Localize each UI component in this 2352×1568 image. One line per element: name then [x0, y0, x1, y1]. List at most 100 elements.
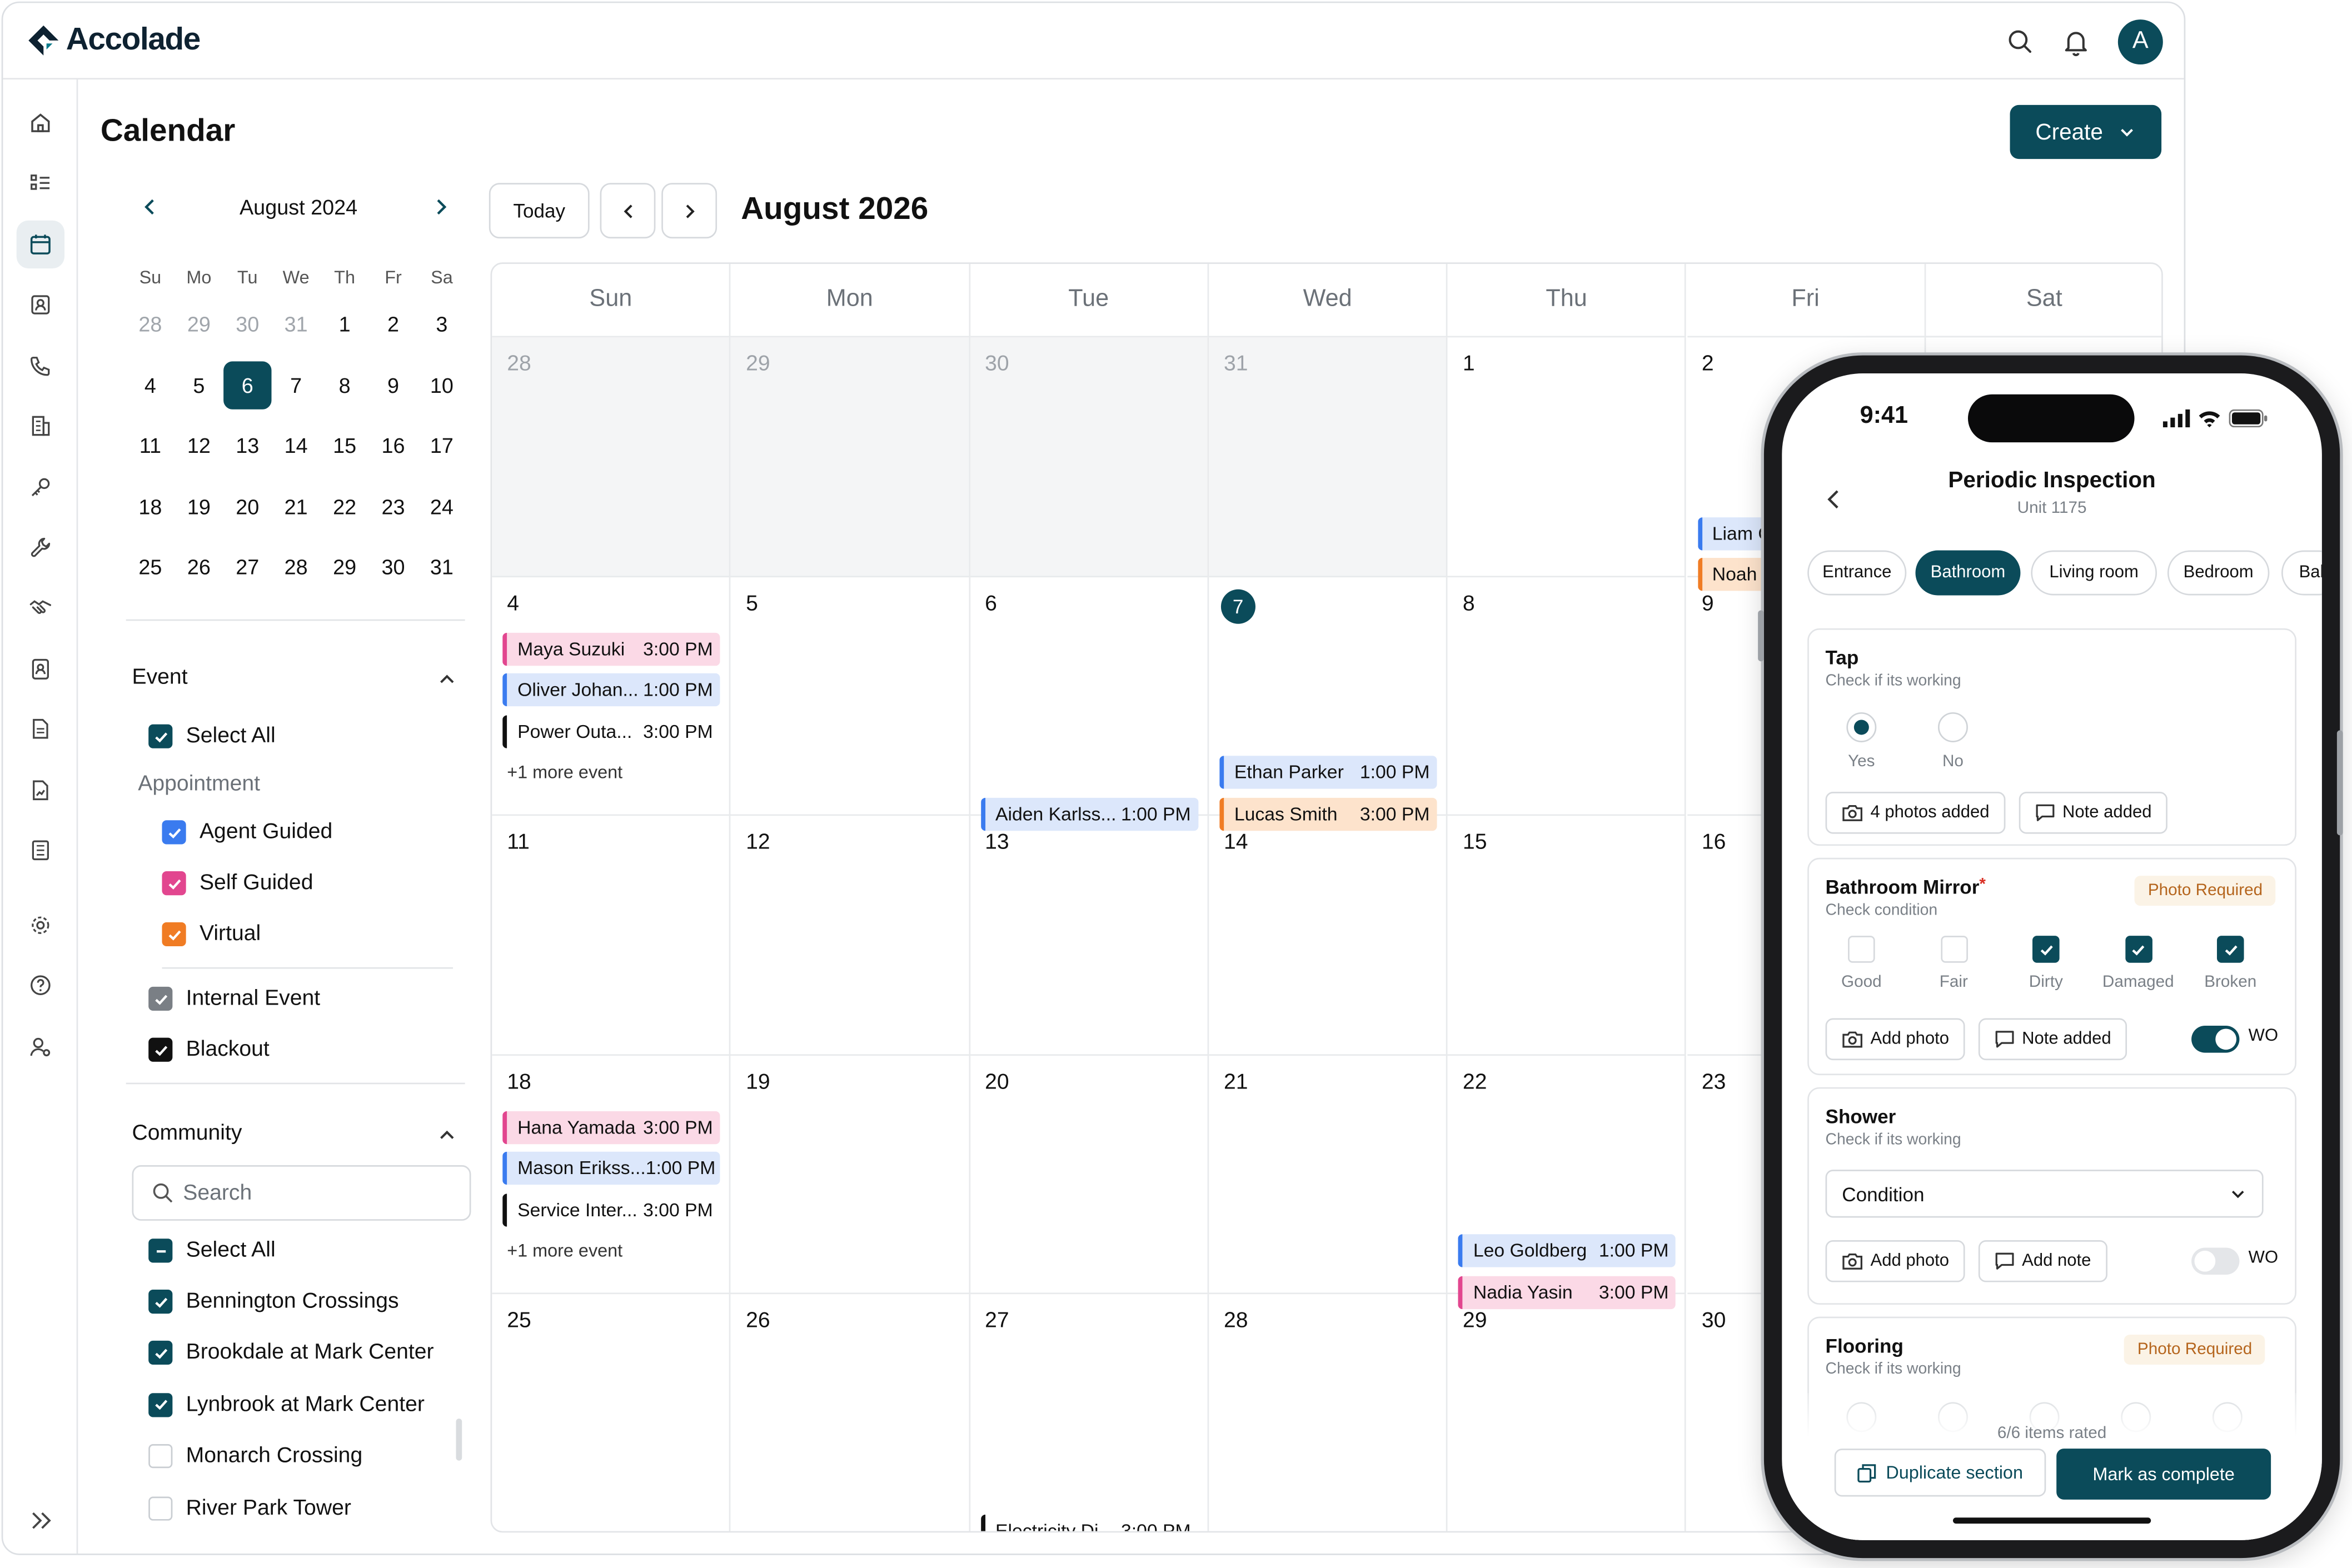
day-cell[interactable]: 11 — [492, 816, 731, 1056]
day-cell[interactable]: 28 — [492, 337, 731, 577]
add-note-button[interactable]: Add note — [1978, 1240, 2108, 1282]
duplicate-section-button[interactable]: Duplicate section — [1834, 1449, 2046, 1497]
calendar-event[interactable]: Nadia Yasin 3:00 PM — [1458, 1276, 1676, 1309]
calendar-event[interactable]: Power Outa... 3:00 PM — [502, 715, 721, 748]
mini-day[interactable]: 12 — [175, 416, 223, 476]
room-tab[interactable]: Living room — [2031, 550, 2157, 596]
event-filter-agent-guided[interactable]: Agent Guided — [162, 820, 332, 845]
calendar-event[interactable]: Lucas Smith 3:00 PM — [1219, 797, 1438, 831]
event-filter-self-guided[interactable]: Self Guided — [162, 871, 313, 896]
event-filter-virtual[interactable]: Virtual — [162, 922, 261, 947]
contact-card-icon[interactable] — [17, 281, 64, 328]
calendar-event[interactable]: Hana Yamada 3:00 PM — [502, 1111, 721, 1144]
mini-day[interactable]: 7 — [272, 354, 320, 415]
day-cell[interactable]: 26 — [731, 1295, 970, 1531]
help-icon[interactable] — [17, 961, 64, 1009]
calendar-event[interactable]: Service Inter... 3:00 PM — [502, 1193, 721, 1227]
community-item[interactable]: Bennington Crossings — [148, 1290, 399, 1314]
mini-day[interactable]: 4 — [126, 354, 175, 415]
mini-day[interactable]: 30 — [223, 294, 272, 354]
phone-icon[interactable] — [17, 342, 64, 389]
handshake-icon[interactable] — [17, 583, 64, 631]
add-photo-button[interactable]: Add photo — [1825, 1018, 1966, 1061]
today-button[interactable]: Today — [489, 183, 590, 239]
checkbox-empty-icon[interactable] — [1848, 936, 1875, 963]
mini-day[interactable]: 29 — [175, 294, 223, 354]
key-icon[interactable] — [17, 463, 64, 511]
mini-day[interactable]: 5 — [175, 354, 223, 415]
home-icon[interactable] — [17, 99, 64, 147]
mini-day[interactable]: 23 — [369, 476, 417, 537]
day-cell[interactable]: 6 — [970, 576, 1209, 816]
settings-gear-icon[interactable] — [17, 901, 64, 949]
checkbox-checked-icon[interactable] — [2124, 936, 2152, 963]
room-tab[interactable]: Bal — [2281, 550, 2322, 596]
task-list-icon[interactable] — [17, 159, 64, 207]
mini-day[interactable]: 17 — [417, 416, 466, 476]
community-item[interactable]: Monarch Crossing — [148, 1444, 362, 1469]
mini-day[interactable]: 22 — [320, 476, 368, 537]
mini-day[interactable]: 26 — [175, 537, 223, 597]
mini-day[interactable]: 13 — [223, 416, 272, 476]
mini-day[interactable]: 10 — [417, 354, 466, 415]
community-item[interactable]: River Park Tower — [148, 1496, 351, 1520]
day-cell[interactable]: 19 — [731, 1055, 970, 1295]
mini-day[interactable]: 11 — [126, 416, 175, 476]
prev-month-button[interactable] — [600, 183, 656, 239]
day-cell[interactable]: 5 — [731, 576, 970, 816]
sidebar-scrollbar[interactable] — [456, 1419, 462, 1461]
report-icon[interactable] — [17, 766, 64, 814]
wo-toggle-on[interactable] — [2191, 1026, 2240, 1053]
checkbox-checked-icon[interactable] — [2216, 936, 2244, 963]
checkbox-empty-icon[interactable] — [1940, 936, 1967, 963]
day-cell[interactable]: 15 — [1447, 816, 1687, 1056]
day-cell[interactable]: 31 — [1209, 337, 1448, 577]
mini-day[interactable]: 19 — [175, 476, 223, 537]
mini-day[interactable]: 28 — [272, 537, 320, 597]
mini-day[interactable]: 1 — [320, 294, 368, 354]
expand-sidebar-icon[interactable] — [28, 1507, 56, 1534]
mini-day-selected[interactable]: 6 — [223, 354, 272, 415]
day-cell[interactable]: 30 — [970, 337, 1209, 577]
mini-day[interactable]: 28 — [126, 294, 175, 354]
logo[interactable]: Accolade — [27, 22, 201, 58]
day-cell[interactable]: 1 — [1447, 337, 1687, 577]
ledger-icon[interactable] — [17, 826, 64, 874]
day-cell[interactable]: 14 — [1209, 816, 1448, 1056]
day-cell[interactable]: 8 — [1447, 576, 1687, 816]
yes-radio[interactable] — [1846, 712, 1877, 742]
mini-day[interactable]: 25 — [126, 537, 175, 597]
note-added-button[interactable]: Note added — [1978, 1018, 2128, 1061]
community-item[interactable]: Lynbrook at Mark Center — [148, 1392, 425, 1417]
day-cell[interactable]: 25 — [492, 1295, 731, 1531]
mini-day[interactable]: 20 — [223, 476, 272, 537]
mini-day[interactable]: 9 — [369, 354, 417, 415]
mini-day[interactable]: 2 — [369, 294, 417, 354]
photos-added-button[interactable]: 4 photos added — [1825, 792, 2006, 834]
mini-day[interactable]: 30 — [369, 537, 417, 597]
mini-day[interactable]: 15 — [320, 416, 368, 476]
building-icon[interactable] — [17, 402, 64, 450]
more-events-link[interactable]: +1 more event — [507, 1240, 622, 1261]
mini-day[interactable]: 14 — [272, 416, 320, 476]
room-tab[interactable]: Entrance — [1807, 550, 1907, 596]
event-select-all[interactable]: Select All — [148, 724, 276, 748]
mini-day[interactable]: 16 — [369, 416, 417, 476]
mini-day[interactable]: 29 — [320, 537, 368, 597]
community-select-all[interactable]: Select All — [148, 1239, 276, 1263]
day-cell[interactable]: 13 — [970, 816, 1209, 1056]
calendar-event[interactable]: Ethan Parker 1:00 PM — [1219, 756, 1438, 789]
calendar-event[interactable]: Aiden Karlss... 1:00 PM — [980, 797, 1199, 831]
mini-day[interactable]: 31 — [417, 537, 466, 597]
day-cell[interactable]: 12 — [731, 816, 970, 1056]
mini-day[interactable]: 31 — [272, 294, 320, 354]
create-button[interactable]: Create — [2010, 104, 2162, 159]
search-icon[interactable] — [2005, 27, 2035, 57]
event-filter-blackout[interactable]: Blackout — [148, 1037, 270, 1062]
chevron-up-icon[interactable] — [436, 1125, 457, 1146]
day-cell[interactable]: 28 — [1209, 1295, 1448, 1531]
no-radio[interactable] — [1937, 712, 1968, 742]
day-cell[interactable]: 21 — [1209, 1055, 1448, 1295]
id-badge-icon[interactable] — [17, 645, 64, 693]
day-cell[interactable]: 29 — [1448, 1295, 1687, 1531]
